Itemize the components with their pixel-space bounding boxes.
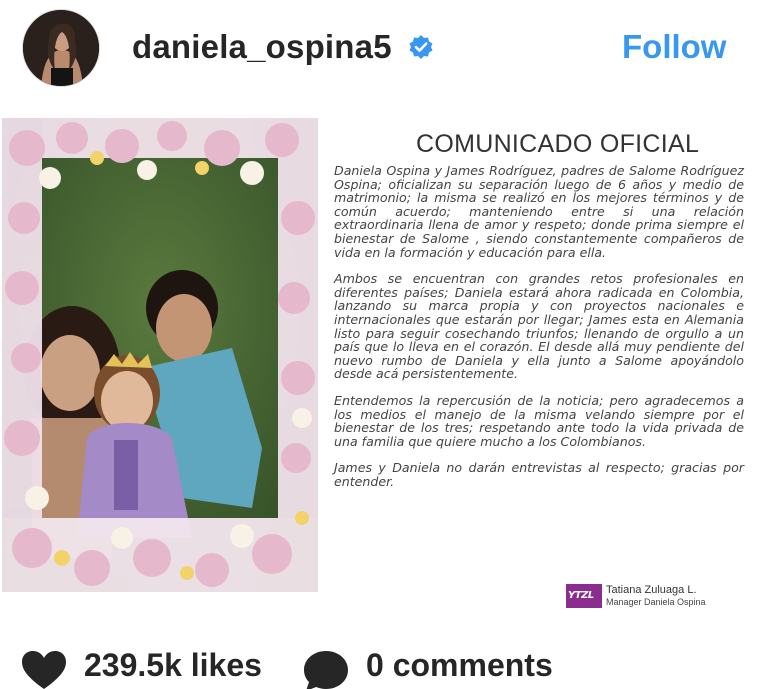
official-statement: COMUNICADO OFICIAL Daniela Ospina y Jame… [320, 118, 756, 608]
statement-paragraph: Ambos se encuentran con grandes retos pr… [334, 271, 744, 382]
statement-paragraph: James y Daniela no darán entrevistas al … [334, 460, 744, 489]
statement-paragraph: Entendemos la repercusión de la noticia;… [334, 392, 744, 449]
signature-name: Tatiana Zuluaga L. [606, 584, 697, 596]
signature-role: Manager Daniela Ospina [606, 597, 706, 607]
post-image[interactable]: COMUNICADO OFICIAL Daniela Ospina y Jame… [2, 118, 756, 608]
follow-button[interactable]: Follow [622, 28, 726, 66]
family-photo [2, 118, 318, 592]
statement-title: COMUNICADO OFICIAL [416, 130, 700, 158]
post-header: daniela_ospina5 Follow [0, 0, 758, 105]
signature-logo: YTZL [566, 584, 602, 608]
comments-count[interactable]: 0 comments [366, 647, 553, 684]
heart-icon[interactable] [20, 649, 68, 689]
statement-paragraph: Daniela Ospina y James Rodríguez, padres… [334, 163, 744, 260]
signature-block: YTZL Tatiana Zuluaga L. Manager Daniela … [566, 584, 756, 614]
username[interactable]: daniela_ospina5 [132, 28, 392, 66]
likes-count[interactable]: 239.5k likes [84, 647, 262, 684]
post-actions: 239.5k likes 0 comments [0, 630, 758, 689]
statement-body: Daniela Ospina y James Rodríguez, padres… [334, 164, 744, 501]
profile-avatar[interactable] [22, 9, 100, 87]
verified-badge-icon [409, 35, 433, 59]
comment-bubble-icon[interactable] [302, 649, 350, 689]
